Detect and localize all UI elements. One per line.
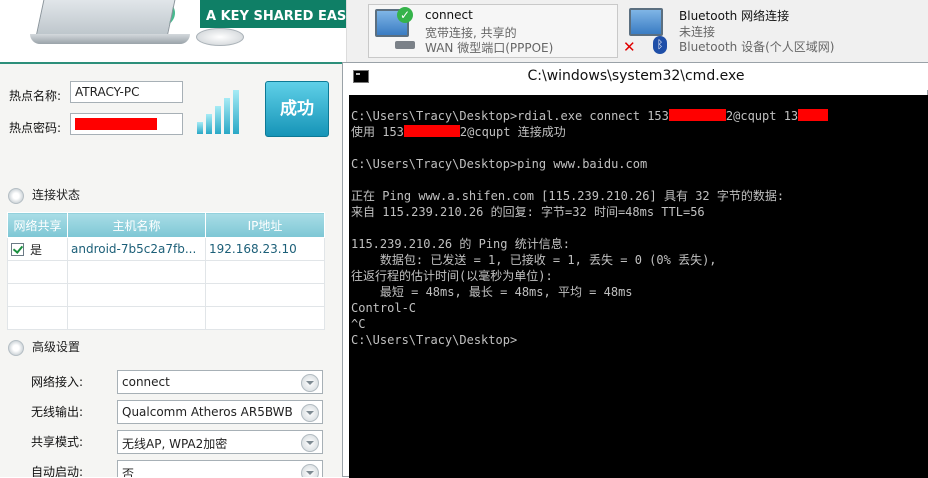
console-line: 115.239.210.26 的 Ping 统计信息: (351, 237, 570, 251)
share-checkbox[interactable] (11, 242, 24, 256)
share-mode-label: 共享模式: (31, 435, 84, 449)
console-line: 来自 115.239.210.26 的回复: 字节=32 时间=48ms TTL… (351, 205, 705, 219)
host-cell: android-7b5c2a7fb... (67, 237, 206, 261)
share-mode-value: 无线AP, WPA2加密 (122, 437, 228, 451)
network-connections-panel: ✓ connect 宽带连接, 共享的 WAN 微型端口(PPPOE) ✕ ᛒ … (346, 0, 928, 62)
ip-cell: 192.168.23.10 (205, 237, 325, 261)
console-line: Control-C (351, 301, 417, 315)
connection-device: WAN 微型端口(PPPOE) (425, 41, 554, 55)
connection-name: connect (425, 8, 473, 22)
auto-start-select[interactable]: 否 (117, 460, 323, 477)
redacted-number (668, 109, 726, 121)
console-prompt-line: C:\Users\Tracy\Desktop> (351, 333, 518, 347)
chevron-down-icon[interactable] (301, 404, 319, 422)
hotspot-app-window: A KEY SHARED EASILY 热点名称: ATRACY-PC 热点密码… (0, 0, 346, 477)
console-line: ^C (351, 317, 366, 331)
success-button[interactable]: 成功 (265, 81, 329, 137)
network-connection-connect[interactable]: ✓ connect 宽带连接, 共享的 WAN 微型端口(PPPOE) (368, 4, 618, 58)
table-row-empty (7, 306, 325, 330)
wireless-output-select[interactable]: Qualcomm Atheros AR5BWB (117, 400, 323, 424)
advanced-settings-section[interactable]: 高级设置 (8, 338, 80, 356)
column-header-host: 主机名称 (67, 212, 206, 238)
column-header-shared: 网络共享 (7, 212, 68, 238)
cmd-title-bar[interactable]: C:\windows\system32\cmd.exe (343, 63, 928, 90)
console-line: C:\Users\Tracy\Desktop>ping www.baidu.co… (351, 157, 648, 171)
hotspot-password-input[interactable] (70, 113, 183, 135)
wireless-output-label: 无线输出: (31, 405, 84, 419)
chevron-down-icon[interactable] (301, 464, 319, 477)
connection-status-section[interactable]: 连接状态 (8, 186, 80, 204)
disconnected-x-icon: ✕ (623, 38, 636, 56)
connection-device: Bluetooth 设备(个人区域网) (679, 40, 835, 54)
network-connection-bluetooth[interactable]: ✕ ᛒ Bluetooth 网络连接 未连接 Bluetooth 设备(个人区域… (623, 4, 923, 56)
hotspot-name-label: 热点名称: (9, 89, 62, 103)
column-header-ip: IP地址 (205, 212, 325, 238)
console-line: 正在 Ping www.a.shifen.com [115.239.210.26… (351, 189, 785, 203)
laptop-base-illustration (30, 34, 190, 44)
section-toggle-icon (8, 187, 24, 204)
signal-strength-icon (197, 88, 249, 134)
share-mode-select[interactable]: 无线AP, WPA2加密 (117, 430, 323, 454)
modem-icon (395, 41, 415, 49)
app-banner: A KEY SHARED EASILY (0, 0, 346, 64)
redacted-password (75, 118, 157, 130)
cmd-window[interactable]: C:\windows\system32\cmd.exe C:\Users\Tra… (342, 62, 928, 478)
slogan-banner: A KEY SHARED EASILY (200, 7, 346, 28)
bluetooth-icon: ᛒ (653, 36, 667, 54)
hotspot-password-label: 热点密码: (9, 121, 62, 135)
cmd-window-title: C:\windows\system32\cmd.exe (527, 68, 745, 84)
auto-start-value: 否 (122, 467, 135, 477)
console-output[interactable]: C:\Users\Tracy\Desktop>rdial.exe connect… (349, 95, 928, 478)
network-access-label: 网络接入: (31, 375, 84, 389)
slogan-text: A KEY SHARED EASILY (206, 9, 346, 24)
console-line: 往返行程的估计时间(以毫秒为单位): (351, 269, 553, 283)
console-line: 数据包: 已发送 = 1, 已接收 = 1, 丢失 = 0 (0% 丢失), (351, 253, 717, 267)
banner-divider (0, 62, 346, 64)
advanced-settings-title: 高级设置 (32, 340, 81, 354)
chevron-down-icon[interactable] (301, 434, 319, 452)
console-line: C:\Users\Tracy\Desktop>rdial.exe connect… (351, 108, 829, 124)
console-line: 使用 153 2@cqupt 连接成功 (351, 125, 566, 139)
redacted-number (798, 109, 829, 121)
connection-status-title: 连接状态 (32, 188, 81, 202)
mouse-illustration (196, 28, 244, 46)
check-icon: ✓ (397, 7, 413, 23)
wireless-output-value: Qualcomm Atheros AR5BWB (122, 405, 293, 419)
network-access-value: connect (122, 375, 170, 389)
network-computer-icon (629, 8, 663, 36)
hotspot-name-input[interactable]: ATRACY-PC (70, 81, 183, 103)
table-row[interactable]: 是 android-7b5c2a7fb... 192.168.23.10 (7, 237, 325, 261)
connection-name: Bluetooth 网络连接 (679, 9, 790, 23)
table-row-empty (7, 260, 325, 284)
redacted-number (403, 125, 460, 137)
chevron-down-icon[interactable] (301, 374, 319, 392)
network-access-select[interactable]: connect (117, 370, 323, 394)
shared-cell[interactable]: 是 (7, 237, 68, 261)
connected-clients-table: 网络共享 主机名称 IP地址 是 android-7b5c2a7fb... 19… (7, 212, 325, 330)
table-row-empty (7, 283, 325, 307)
console-line: 最短 = 48ms, 最长 = 48ms, 平均 = 48ms (351, 285, 633, 299)
auto-start-label: 自动启动: (31, 465, 84, 477)
section-toggle-icon (8, 339, 24, 356)
brand-bar (200, 0, 346, 7)
